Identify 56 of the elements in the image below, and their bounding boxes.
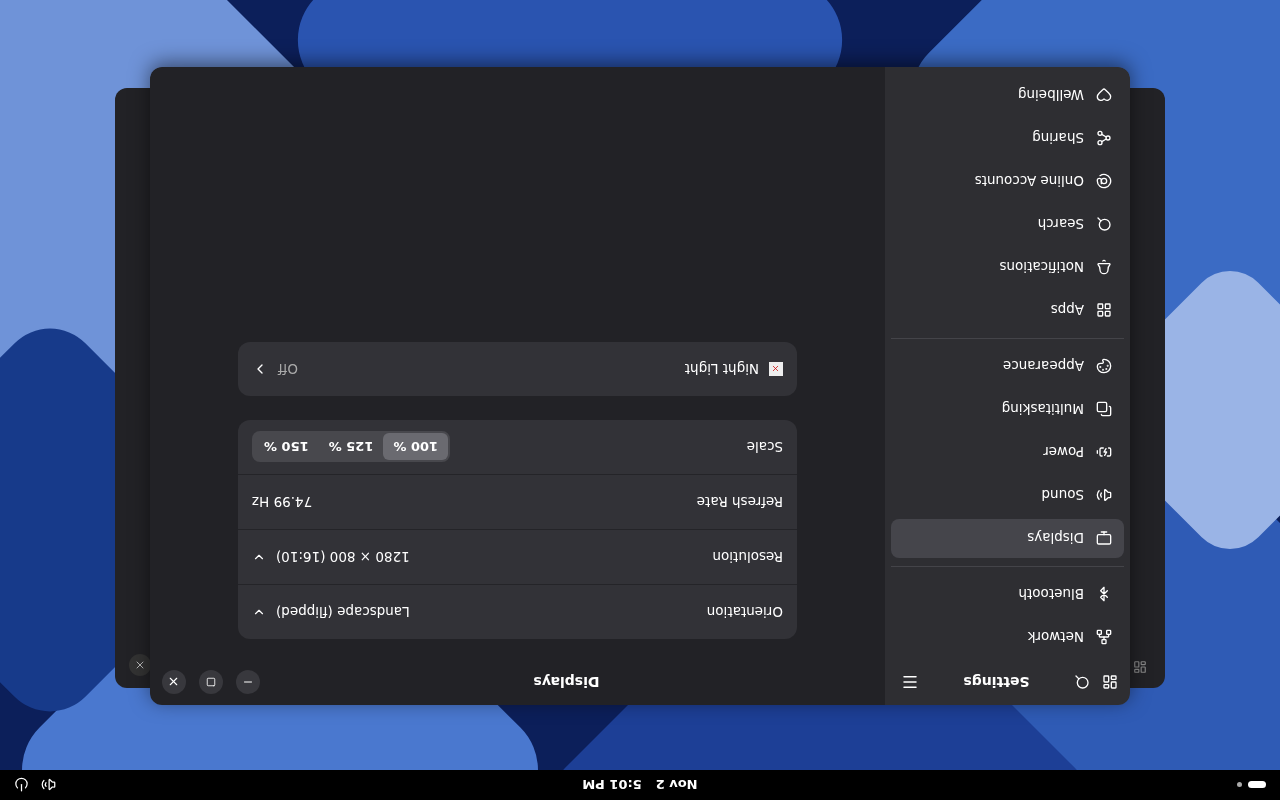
grid-icon bbox=[1096, 302, 1112, 319]
row-label: Scale bbox=[745, 439, 783, 455]
page-title: Displays bbox=[532, 674, 601, 690]
at-sign-icon bbox=[1096, 173, 1112, 190]
row-label: Refresh Rate bbox=[695, 494, 783, 510]
row-label: Resolution bbox=[711, 549, 783, 565]
minimize-button[interactable] bbox=[236, 670, 260, 694]
menu-icon bbox=[901, 673, 919, 691]
palette-icon bbox=[1096, 358, 1112, 375]
clock-date: Nov 2 bbox=[655, 777, 698, 793]
workspace-dot[interactable] bbox=[1237, 782, 1242, 788]
dropdown-value: Landscape (flipped) bbox=[276, 604, 410, 620]
sidebar-item[interactable]: Sharing bbox=[891, 119, 1124, 158]
close-button[interactable] bbox=[162, 670, 186, 694]
network-icon bbox=[1096, 629, 1112, 646]
sidebar-item[interactable]: Sound bbox=[891, 476, 1124, 515]
heart-icon bbox=[1096, 87, 1112, 104]
sidebar-item[interactable]: Multitasking bbox=[891, 390, 1124, 429]
sidebar-item[interactable]: Power bbox=[891, 433, 1124, 472]
scale-option[interactable]: 100 % bbox=[383, 433, 449, 461]
scale-option[interactable]: 125 % bbox=[318, 433, 384, 461]
row-value: 74.99 Hz bbox=[252, 494, 313, 510]
maximize-button[interactable] bbox=[199, 670, 223, 694]
row-value: Off bbox=[278, 361, 298, 377]
clock[interactable]: Nov 2 5:01 PM bbox=[582, 777, 698, 793]
search-icon bbox=[1096, 216, 1112, 233]
workspace-indicator[interactable] bbox=[1248, 781, 1266, 789]
dropdown-value: 1280 × 800 (16:10) bbox=[276, 549, 410, 565]
clock-time: 5:01 PM bbox=[582, 777, 642, 793]
sidebar-item[interactable]: Search bbox=[891, 205, 1124, 244]
sidebar-title: Settings bbox=[962, 674, 1031, 690]
sidebar-item[interactable]: Network bbox=[891, 618, 1124, 657]
app-icon bbox=[1133, 660, 1147, 674]
search-icon bbox=[1074, 674, 1090, 690]
power-icon[interactable] bbox=[14, 777, 29, 793]
app-icon bbox=[1102, 674, 1118, 690]
sidebar-item[interactable]: Wellbeing bbox=[891, 76, 1124, 115]
windows-icon bbox=[1096, 401, 1112, 418]
scale-option[interactable]: 150 % bbox=[254, 433, 319, 461]
sidebar-item[interactable]: Online Accounts bbox=[891, 162, 1124, 201]
sidebar-item[interactable]: Notifications bbox=[891, 248, 1124, 287]
sidebar-item[interactable]: Bluetooth bbox=[891, 575, 1124, 614]
row-label: Night Light bbox=[683, 361, 759, 377]
share-icon bbox=[1096, 130, 1112, 147]
speaker-icon bbox=[1096, 487, 1112, 504]
maximize-icon bbox=[206, 677, 216, 687]
sidebar-item[interactable]: Appearance bbox=[891, 347, 1124, 386]
speaker-icon[interactable] bbox=[41, 777, 56, 793]
night-light-row[interactable]: Night Light Off bbox=[238, 342, 797, 396]
sidebar-item[interactable]: Displays bbox=[891, 519, 1124, 558]
close-icon bbox=[134, 659, 146, 671]
sidebar-item[interactable]: Apps bbox=[891, 291, 1124, 330]
monitor-icon bbox=[1096, 530, 1112, 547]
bell-icon bbox=[1096, 259, 1112, 276]
close-button[interactable] bbox=[129, 654, 151, 676]
row-label: Orientation bbox=[705, 604, 783, 620]
